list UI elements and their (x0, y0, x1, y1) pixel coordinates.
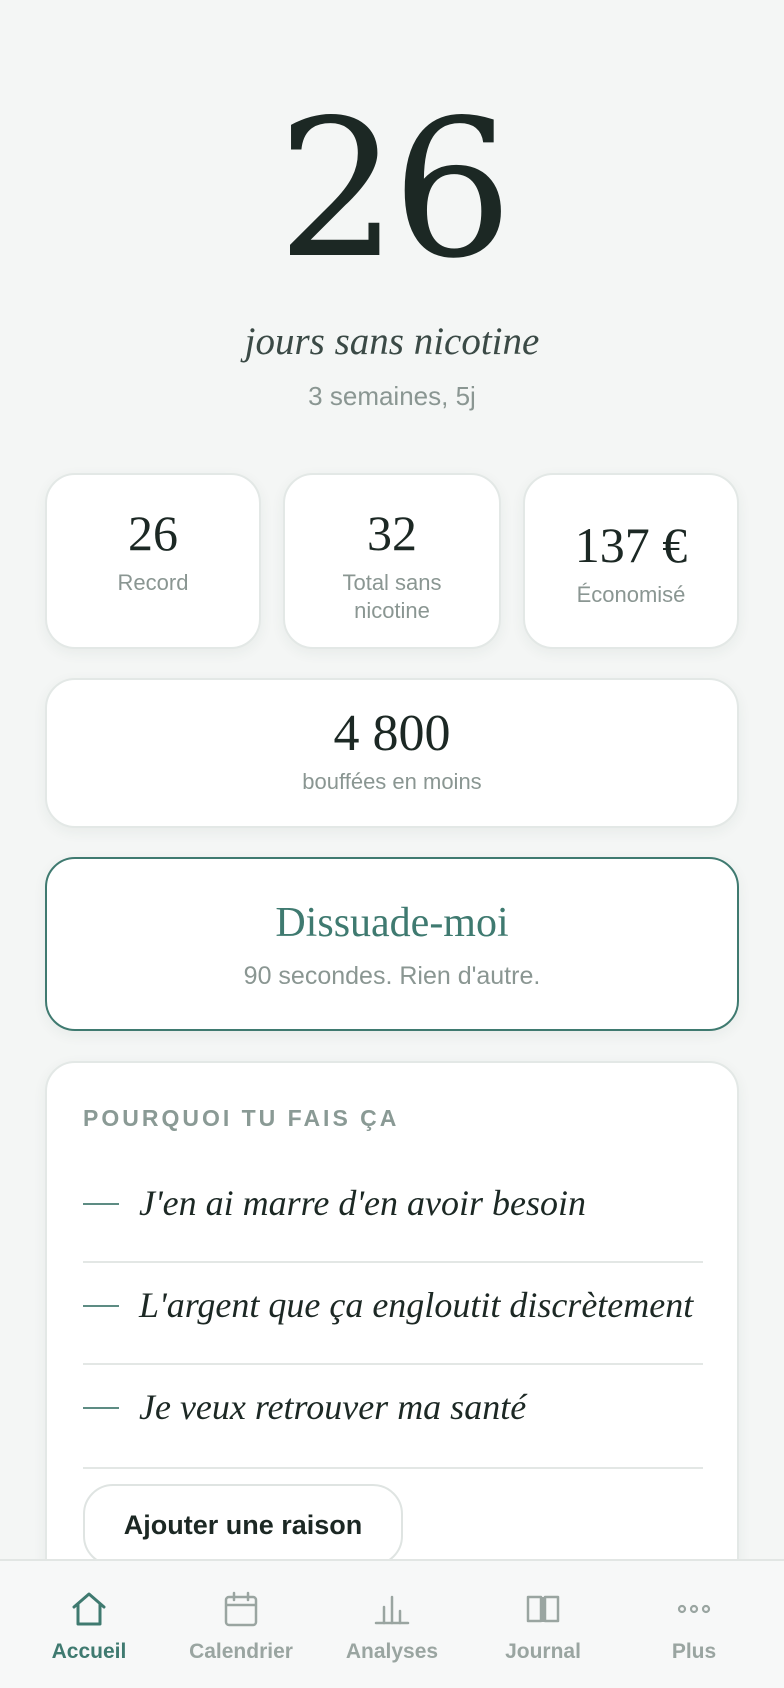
stat-label: Économisé (576, 582, 686, 607)
tab-label: Journal (505, 1640, 581, 1663)
stat-value: 4 800 (333, 705, 451, 762)
tab-calendar[interactable]: Calendrier (165, 1561, 317, 1688)
dash-icon (83, 1203, 119, 1205)
book-icon (526, 1595, 560, 1623)
reason-text: J'en ai marre d'en avoir besoin (139, 1183, 586, 1223)
stat-card-record: 26 Record (45, 473, 261, 649)
bottom-tab-bar: Accueil Calendrier Analyses Journal Plus (0, 1559, 784, 1688)
dash-icon (83, 1407, 119, 1409)
bar-chart-icon (374, 1595, 410, 1625)
dissuade-title: Dissuade-moi (275, 900, 509, 946)
reasons-heading: POURQUOI TU FAIS ÇA (83, 1105, 400, 1131)
add-reason-button[interactable]: Ajouter une raison (83, 1484, 403, 1566)
tab-journal[interactable]: Journal (467, 1561, 619, 1688)
days-counter-detail: 3 semaines, 5j (308, 381, 476, 411)
dash-icon (83, 1305, 119, 1307)
stat-value: 32 (367, 505, 417, 561)
stat-card-puffs: 4 800 bouffées en moins (45, 678, 739, 828)
tab-label: Accueil (51, 1640, 127, 1663)
stat-label: Total sans nicotine (342, 570, 442, 623)
reason-text: Je veux retrouver ma santé (139, 1387, 527, 1427)
dissuade-me-button[interactable]: Dissuade-moi 90 secondes. Rien d'autre. (45, 857, 739, 1031)
reason-item[interactable]: L'argent que ça engloutit discrètement (83, 1263, 703, 1365)
calendar-icon (224, 1591, 258, 1627)
tab-label: Plus (671, 1640, 717, 1663)
tab-label: Calendrier (189, 1640, 293, 1663)
stat-card-saved: 137 € Économisé (523, 473, 739, 649)
stat-value: 26 (128, 505, 178, 561)
tab-home[interactable]: Accueil (13, 1561, 165, 1688)
home-screen: 26 jours sans nicotine 3 semaines, 5j 26… (0, 0, 784, 1688)
more-icon (677, 1604, 711, 1614)
home-icon (72, 1592, 106, 1626)
stat-value: 137 € (574, 517, 688, 573)
dissuade-subtitle: 90 secondes. Rien d'autre. (243, 962, 541, 990)
reason-text: L'argent que ça engloutit discrètement (139, 1285, 694, 1325)
days-counter: 26 (277, 79, 513, 300)
tab-analytics[interactable]: Analyses (316, 1561, 468, 1688)
stat-label: Record (117, 570, 189, 595)
stat-card-total: 32 Total sans nicotine (283, 473, 501, 649)
tab-label: Analyses (345, 1640, 439, 1663)
reason-item[interactable]: J'en ai marre d'en avoir besoin (83, 1161, 703, 1263)
reason-item[interactable]: Je veux retrouver ma santé (83, 1365, 703, 1469)
tab-more[interactable]: Plus (618, 1561, 770, 1688)
stat-label: bouffées en moins (302, 769, 482, 794)
days-counter-label: jours sans nicotine (244, 320, 540, 363)
